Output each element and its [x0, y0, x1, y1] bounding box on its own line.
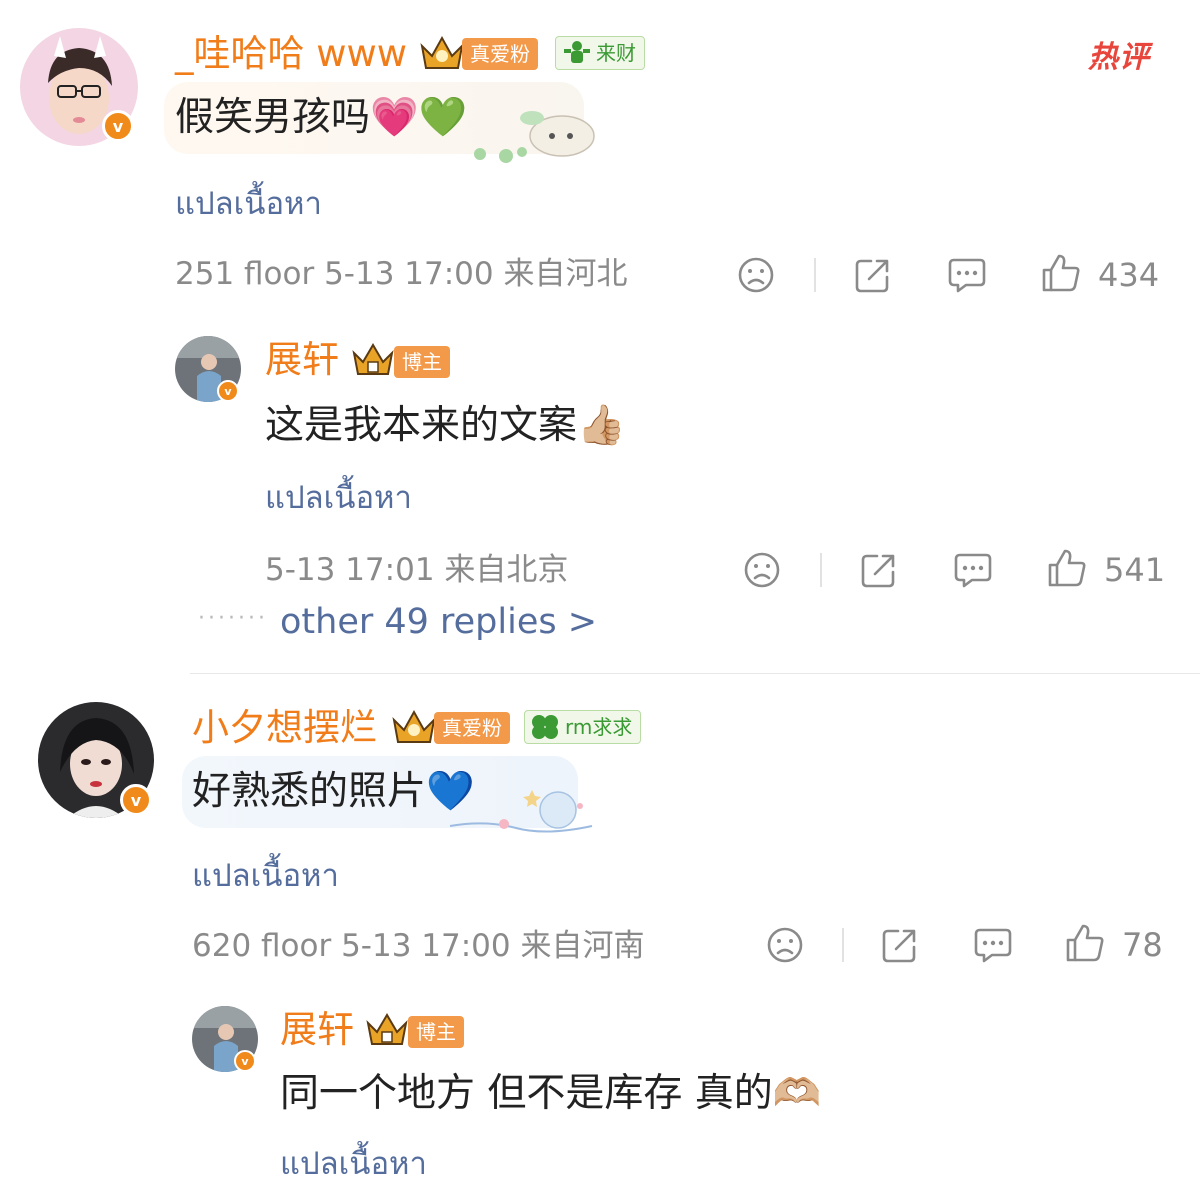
comment-divider	[190, 673, 1200, 674]
reply-meta: 5-13 17:01 来自北京	[265, 552, 569, 588]
translate-link[interactable]: แปลเนื้อหา	[265, 478, 412, 518]
decorative-sheep-sticker	[474, 111, 595, 163]
comment-bubble-icon[interactable]	[952, 550, 994, 590]
reply-text: 这是我本来的文案👍🏼	[265, 403, 626, 448]
comment-bubble-icon[interactable]	[946, 255, 988, 295]
clover-icon	[532, 715, 558, 739]
action-separator	[814, 258, 816, 292]
reply-avatar[interactable]: v	[192, 1006, 258, 1072]
crown-icon	[352, 343, 394, 375]
sad-face-icon[interactable]	[737, 256, 775, 294]
action-separator	[842, 928, 844, 962]
comment-text: 假笑男孩吗💗💚	[175, 95, 468, 140]
username[interactable]: 小夕想摆烂	[192, 706, 377, 750]
like-count: 541	[1104, 551, 1166, 589]
sad-face-icon[interactable]	[743, 551, 781, 589]
translate-link[interactable]: แปลเนื้อหา	[280, 1144, 427, 1184]
share-icon[interactable]	[859, 550, 899, 590]
like-count: 78	[1122, 926, 1163, 964]
share-icon[interactable]	[880, 925, 920, 965]
reply-avatar[interactable]: v	[175, 336, 241, 402]
verified-v-badge-icon: v	[234, 1050, 256, 1072]
verified-v-badge-icon: v	[120, 784, 152, 816]
sad-face-icon[interactable]	[766, 926, 804, 964]
crown-icon	[392, 709, 436, 743]
translate-link[interactable]: แปลเนื้อหา	[192, 856, 339, 896]
comment-bubble-icon[interactable]	[972, 925, 1014, 965]
like-count: 434	[1098, 256, 1160, 294]
verified-v-badge-icon: v	[102, 110, 134, 142]
blogger-tag: 博主	[408, 1016, 464, 1048]
lucky-figure-icon	[564, 41, 590, 63]
reply-username[interactable]: 展轩	[280, 1008, 354, 1052]
blogger-tag: 博主	[394, 346, 450, 378]
crown-icon	[420, 35, 464, 69]
hot-comment-badge: 热评	[1088, 40, 1150, 75]
comment-meta: 251 floor 5-13 17:00 来自河北	[175, 256, 628, 292]
reply-username[interactable]: 展轩	[265, 338, 339, 382]
custom-tag: rm求求	[524, 710, 642, 744]
crown-icon	[366, 1013, 408, 1045]
custom-tag-label: 来财	[596, 41, 636, 65]
custom-tag: 来财	[555, 36, 645, 70]
more-replies-link[interactable]: other 49 replies >	[280, 600, 597, 644]
action-separator	[820, 553, 822, 587]
more-replies-dots: ·······	[198, 606, 268, 631]
share-icon[interactable]	[853, 255, 893, 295]
username[interactable]: _哇哈哈 www	[175, 32, 407, 76]
custom-tag-label: rm求求	[565, 715, 633, 739]
thumbs-up-icon[interactable]	[1040, 252, 1082, 294]
fan-tag: 真爱粉	[462, 38, 538, 70]
comment-text: 好熟悉的照片💙	[192, 769, 475, 814]
comment-meta: 620 floor 5-13 17:00 来自河南	[192, 928, 645, 964]
avatar[interactable]: v	[38, 702, 154, 818]
avatar[interactable]: v	[20, 28, 138, 146]
reply-text: 同一个地方 但不是库存 真的🫶🏼	[280, 1071, 822, 1116]
thumbs-up-icon[interactable]	[1064, 922, 1106, 964]
translate-link[interactable]: แปลเนื้อหา	[175, 184, 322, 224]
fan-tag: 真爱粉	[434, 712, 510, 744]
verified-v-badge-icon: v	[217, 380, 239, 402]
thumbs-up-icon[interactable]	[1046, 547, 1088, 589]
